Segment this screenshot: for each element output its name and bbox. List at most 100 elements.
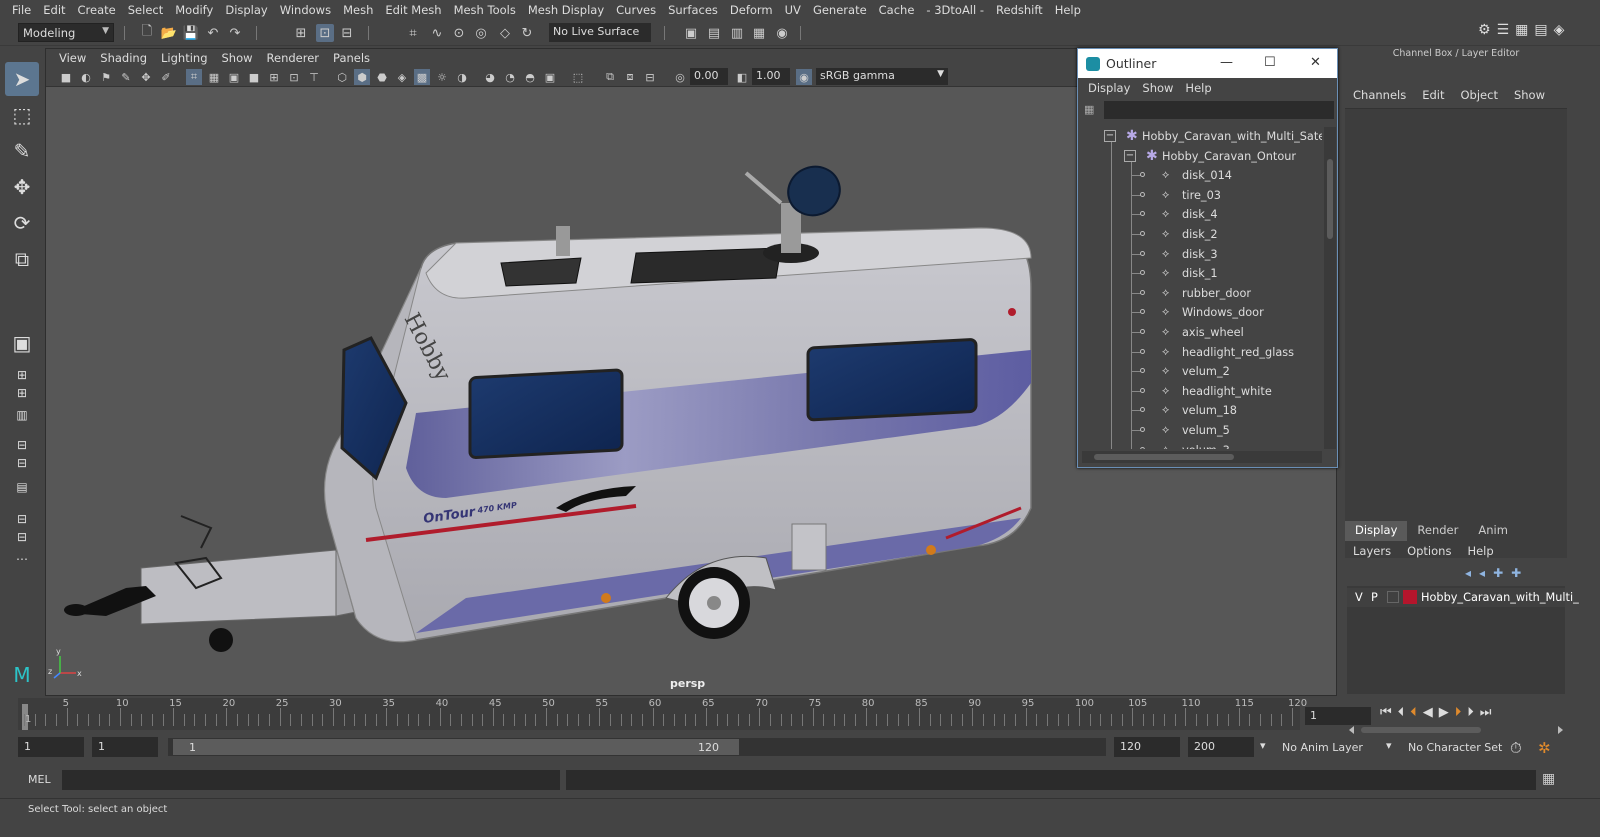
snap-live-icon[interactable]: ↻	[518, 24, 536, 42]
auto-key-icon[interactable]: ⏱	[1510, 739, 1522, 757]
select-object-icon[interactable]: ⊡	[316, 24, 334, 42]
select-component-icon[interactable]: ⊟	[338, 24, 356, 42]
single-view-icon[interactable]: ▣	[5, 326, 39, 360]
grease-pencil-icon[interactable]: ✐	[158, 69, 174, 85]
layer-menu-layers[interactable]: Layers	[1345, 544, 1399, 562]
open-scene-icon[interactable]: 📂	[160, 24, 178, 42]
snap-view-icon[interactable]: ◎	[472, 24, 490, 42]
redo-icon[interactable]: ↷	[226, 24, 244, 42]
lights-icon[interactable]: ☼	[434, 69, 450, 85]
new-layer-icon[interactable]: ✚	[1493, 566, 1503, 582]
save-scene-icon[interactable]: 💾	[182, 24, 200, 42]
step-forward-key-icon[interactable]: ⏵	[1455, 705, 1462, 720]
gamma-icon[interactable]: ◧	[734, 69, 750, 85]
color-management-icon[interactable]: ◉	[796, 69, 812, 85]
safe-title-icon[interactable]: ⊤	[306, 69, 322, 85]
character-set-dropdown[interactable]: No Character Set	[1408, 741, 1502, 754]
vp-menu-lighting[interactable]: Lighting	[154, 51, 214, 65]
exposure-field[interactable]: 0.00	[690, 68, 728, 85]
layer-display-type-toggle[interactable]	[1387, 591, 1399, 603]
minimize-icon[interactable]: —	[1220, 55, 1233, 70]
range-slider-handle[interactable]: 1 120	[173, 739, 739, 755]
menu-edit-mesh[interactable]: Edit Mesh	[379, 3, 447, 17]
tree-row-item[interactable]: ⟡ velum_3	[1082, 441, 1322, 449]
scroll-thumb[interactable]	[1327, 159, 1333, 239]
play-backward-icon[interactable]: ◀	[1423, 705, 1433, 720]
collapse-icon[interactable]: −	[1124, 149, 1136, 162]
tree-row-root[interactable]: − ✱ Hobby_Caravan_with_Multi_Satellite	[1082, 127, 1322, 147]
tab-render[interactable]: Render	[1407, 521, 1468, 541]
menu-surfaces[interactable]: Surfaces	[662, 3, 724, 17]
outliner-titlebar[interactable]: Outliner — ☐ ✕	[1078, 49, 1337, 78]
layer-menu-options[interactable]: Options	[1399, 544, 1459, 562]
menu-modify[interactable]: Modify	[169, 3, 219, 17]
field-chart-icon[interactable]: ⊞	[266, 69, 282, 85]
snap-grid-icon[interactable]: ⌗	[404, 24, 422, 42]
new-layer-selected-icon[interactable]: ✚	[1511, 566, 1521, 582]
xray-joints-icon[interactable]: ⧈	[622, 69, 638, 85]
tree-row-item[interactable]: ⟡ tire_03	[1082, 186, 1322, 206]
menu-cache[interactable]: Cache	[873, 3, 921, 17]
menu-windows[interactable]: Windows	[274, 3, 337, 17]
outliner-layout-icon[interactable]: ▥	[5, 406, 39, 424]
wireframe-icon[interactable]: ⬡	[334, 69, 350, 85]
tree-row-item[interactable]: ⟡ disk_014	[1082, 166, 1322, 186]
cb-menu-show[interactable]: Show	[1506, 88, 1553, 106]
smooth-shade-icon[interactable]: ⬢	[354, 69, 370, 85]
anim-layer-dropdown[interactable]: No Anim Layer	[1282, 741, 1363, 754]
shadows-icon[interactable]: ◑	[454, 69, 470, 85]
scene-start-field[interactable]: 1	[18, 737, 84, 757]
outliner-vertical-scrollbar[interactable]	[1324, 127, 1336, 449]
filter-icon[interactable]: ▦	[1084, 103, 1098, 117]
new-scene-icon[interactable]: 🗋	[138, 24, 156, 42]
go-to-start-icon[interactable]: ⏮	[1380, 705, 1392, 720]
undo-icon[interactable]: ↶	[204, 24, 222, 42]
resolution-gate-icon[interactable]: ▣	[226, 69, 242, 85]
menu-generate[interactable]: Generate	[807, 3, 873, 17]
uv-layout-icon[interactable]: ⊟	[5, 510, 39, 528]
tab-anim[interactable]: Anim	[1468, 521, 1518, 541]
tree-row-item[interactable]: ⟡ axis_wheel	[1082, 323, 1322, 343]
scale-tool-icon[interactable]: ⧉	[5, 242, 39, 276]
tab-display[interactable]: Display	[1345, 521, 1408, 541]
script-editor-icon[interactable]: ▦	[1542, 771, 1555, 787]
vp-menu-renderer[interactable]: Renderer	[260, 51, 327, 65]
outliner-horizontal-scrollbar[interactable]	[1082, 451, 1322, 463]
preferences-icon[interactable]: ✲	[1538, 739, 1551, 757]
anti-aliasing-icon[interactable]: ◓	[522, 69, 538, 85]
close-icon[interactable]: ✕	[1310, 55, 1321, 70]
layer-menu-help[interactable]: Help	[1459, 544, 1501, 562]
layer-horizontal-scrollbar[interactable]	[1347, 724, 1565, 736]
two-d-pan-icon[interactable]: ✥	[138, 69, 154, 85]
hypergraph-layout-icon[interactable]: ▤	[5, 478, 39, 496]
hypershade-icon[interactable]: ◉	[773, 24, 791, 42]
menu-edit[interactable]: Edit	[37, 3, 71, 17]
custom-layout-icon[interactable]: ⋯	[5, 550, 39, 568]
tree-row-item[interactable]: ⟡ velum_2	[1082, 362, 1322, 382]
collapse-icon[interactable]: −	[1104, 130, 1116, 142]
vp-menu-show[interactable]: Show	[215, 51, 260, 65]
menu-redshift[interactable]: Redshift	[990, 3, 1049, 17]
camera-attributes-icon[interactable]: ◐	[78, 69, 94, 85]
tree-row-item[interactable]: ⟡ disk_4	[1082, 205, 1322, 225]
menu-curves[interactable]: Curves	[610, 3, 662, 17]
paint-select-icon[interactable]: ✎	[5, 134, 39, 168]
default-material-icon[interactable]: ⬣	[374, 69, 390, 85]
bookmark-icon[interactable]: ⚑	[98, 69, 114, 85]
attribute-editor-icon[interactable]: ☰	[1497, 22, 1510, 38]
ipr-render-icon[interactable]: ▥	[728, 24, 746, 42]
play-forward-icon[interactable]: ▶	[1439, 705, 1449, 720]
menu-uv[interactable]: UV	[779, 3, 807, 17]
tree-row-item[interactable]: ⟡ Windows_door	[1082, 303, 1322, 323]
cb-menu-object[interactable]: Object	[1453, 88, 1506, 106]
isolate-select-icon[interactable]: ⬚	[570, 69, 586, 85]
mode-selector[interactable]: Modeling ▼	[18, 23, 114, 42]
menu-display[interactable]: Display	[219, 3, 273, 17]
render-view-icon[interactable]: ▣	[682, 24, 700, 42]
render-settings-icon[interactable]: ▦	[750, 24, 768, 42]
scroll-thumb[interactable]	[1094, 454, 1234, 460]
graph-layout-icon[interactable]: ⊟	[5, 436, 39, 454]
maximize-icon[interactable]: ☐	[1264, 55, 1276, 70]
cb-menu-channels[interactable]: Channels	[1345, 88, 1414, 106]
playback-start-field[interactable]: 1	[92, 737, 158, 757]
